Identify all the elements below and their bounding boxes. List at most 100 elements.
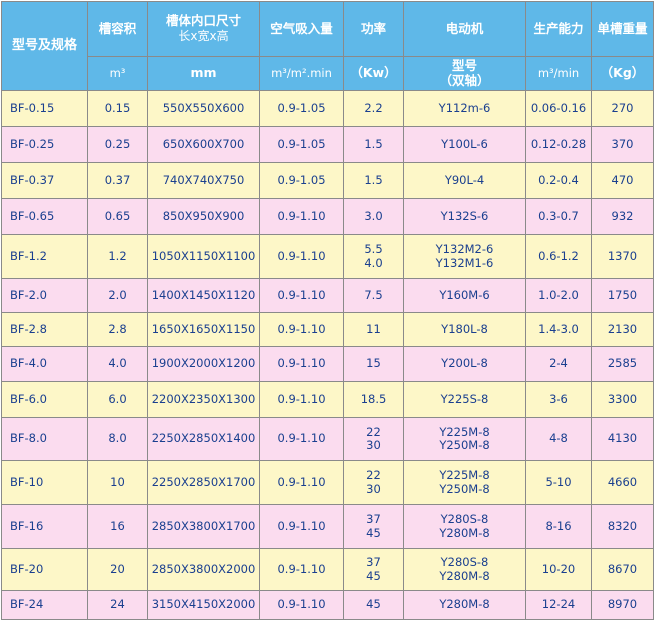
cell-volume: 1.2 [87,234,148,279]
cell-size: 3150X4150X2000 [147,590,260,620]
cell-capacity: 10-20 [525,548,592,591]
cell-weight: 270 [591,90,654,127]
cell-volume: 4.0 [87,346,148,382]
cell-model: BF-0.15 [1,90,88,127]
cell-air: 0.9-1.10 [259,417,344,461]
cell-size: 1900X2000X1200 [147,346,260,382]
cell-weight: 1750 [591,278,654,313]
table-header: 型号及规格 槽容积 槽体内口尺寸 长x宽x高 空气吸入量 功率 电动机 生产能力 … [1,1,654,91]
spec-table: 型号及规格 槽容积 槽体内口尺寸 长x宽x高 空气吸入量 功率 电动机 生产能力 … [1,1,654,620]
cell-power: 22 30 [343,460,404,505]
header-capacity-unit: m³/min [525,56,592,91]
cell-size: 650X600X700 [147,126,260,163]
header-motor-sub: 型号 （双轴） [403,56,526,91]
cell-power: 15 [343,346,404,382]
cell-motor: Y90L-4 [403,162,526,199]
header-volume-unit: m³ [87,56,148,91]
cell-volume: 0.15 [87,90,148,127]
table-row: BF-24 24 3150X4150X2000 0.9-1.10 45 Y280… [1,590,654,620]
cell-volume: 16 [87,504,148,549]
cell-weight: 8670 [591,548,654,591]
table-row: BF-2.8 2.8 1650X1650X1150 0.9-1.10 11 Y1… [1,312,654,347]
header-size: 槽体内口尺寸 长x宽x高 [147,1,260,57]
cell-weight: 8320 [591,504,654,549]
table-row: BF-2.0 2.0 1400X1450X1120 0.9-1.10 7.5 Y… [1,278,654,313]
cell-power: 37 45 [343,504,404,549]
cell-air: 0.9-1.10 [259,590,344,620]
cell-capacity: 3-6 [525,381,592,418]
cell-volume: 24 [87,590,148,620]
cell-volume: 20 [87,548,148,591]
cell-model: BF-6.0 [1,381,88,418]
cell-model: BF-2.0 [1,278,88,313]
cell-model: BF-8.0 [1,417,88,461]
cell-motor: Y200L-8 [403,346,526,382]
cell-weight: 2585 [591,346,654,382]
cell-model: BF-24 [1,590,88,620]
cell-model: BF-1.2 [1,234,88,279]
cell-air: 0.9-1.10 [259,278,344,313]
cell-motor: Y280S-8 Y280M-8 [403,548,526,591]
cell-weight: 370 [591,126,654,163]
cell-weight: 4130 [591,417,654,461]
cell-model: BF-20 [1,548,88,591]
cell-model: BF-16 [1,504,88,549]
table-row: BF-0.65 0.65 850X950X900 0.9-1.10 3.0 Y1… [1,198,654,235]
cell-air: 0.9-1.10 [259,504,344,549]
table-row: BF-0.15 0.15 550X550X600 0.9-1.05 2.2 Y1… [1,90,654,127]
cell-volume: 0.25 [87,126,148,163]
header-model: 型号及规格 [1,1,88,91]
cell-volume: 10 [87,460,148,505]
cell-weight: 2130 [591,312,654,347]
cell-capacity: 12-24 [525,590,592,620]
cell-model: BF-2.8 [1,312,88,347]
header-air-unit: m³/m².min [259,56,344,91]
cell-power: 2.2 [343,90,404,127]
cell-capacity: 0.2-0.4 [525,162,592,199]
cell-size: 850X950X900 [147,198,260,235]
header-size-title: 槽体内口尺寸 [165,13,241,29]
cell-model: BF-0.65 [1,198,88,235]
cell-power: 1.5 [343,162,404,199]
table-row: BF-8.0 8.0 2250X2850X1400 0.9-1.10 22 30… [1,417,654,461]
cell-volume: 0.37 [87,162,148,199]
cell-size: 1050X1150X1100 [147,234,260,279]
table-row: BF-0.37 0.37 740X740X750 0.9-1.05 1.5 Y9… [1,162,654,199]
cell-motor: Y180L-8 [403,312,526,347]
cell-motor: Y225S-8 [403,381,526,418]
cell-weight: 4660 [591,460,654,505]
header-air: 空气吸入量 [259,1,344,57]
cell-air: 0.9-1.10 [259,312,344,347]
cell-air: 0.9-1.10 [259,381,344,418]
cell-volume: 2.0 [87,278,148,313]
cell-motor: Y280M-8 [403,590,526,620]
table-body: BF-0.15 0.15 550X550X600 0.9-1.05 2.2 Y1… [1,90,654,620]
cell-volume: 8.0 [87,417,148,461]
header-weight: 单槽重量 [591,1,654,57]
cell-air: 0.9-1.10 [259,234,344,279]
header-motor: 电动机 [403,1,526,57]
table-row: BF-1.2 1.2 1050X1150X1100 0.9-1.10 5.5 4… [1,234,654,279]
cell-size: 2850X3800X1700 [147,504,260,549]
header-size-sub: 长x宽x高 [178,28,229,43]
cell-capacity: 5-10 [525,460,592,505]
cell-power: 37 45 [343,548,404,591]
header-power: 功率 [343,1,404,57]
cell-capacity: 4-8 [525,417,592,461]
header-capacity: 生产能力 [525,1,592,57]
header-size-unit: mm [147,56,260,91]
cell-capacity: 0.6-1.2 [525,234,592,279]
cell-size: 2250X2850X1400 [147,417,260,461]
cell-capacity: 8-16 [525,504,592,549]
cell-weight: 3300 [591,381,654,418]
cell-model: BF-0.25 [1,126,88,163]
cell-capacity: 0.12-0.28 [525,126,592,163]
cell-capacity: 2-4 [525,346,592,382]
cell-size: 2850X3800X2000 [147,548,260,591]
cell-capacity: 0.3-0.7 [525,198,592,235]
cell-air: 0.9-1.10 [259,346,344,382]
header-volume: 槽容积 [87,1,148,57]
cell-air: 0.9-1.05 [259,162,344,199]
table-row: BF-0.25 0.25 650X600X700 0.9-1.05 1.5 Y1… [1,126,654,163]
cell-power: 3.0 [343,198,404,235]
